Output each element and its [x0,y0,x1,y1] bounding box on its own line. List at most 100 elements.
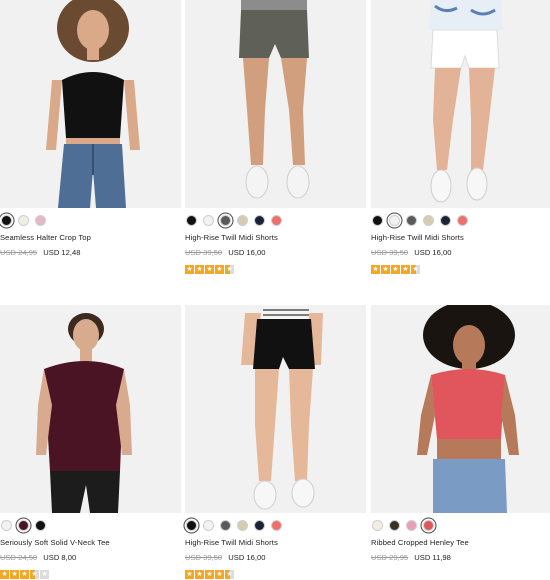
color-swatch[interactable] [254,215,265,226]
color-swatches [0,215,181,226]
model-photo [0,0,181,208]
star-icon: ★ [195,265,204,274]
product-title[interactable]: High-Rise Twill Midi Shorts [185,538,366,547]
color-swatch[interactable] [220,215,231,226]
color-swatch[interactable] [186,215,197,226]
star-icon: ★ [215,570,224,579]
old-price: USD 39,50 [371,248,409,257]
product-image[interactable] [371,0,550,208]
star-icon: ★ [381,265,390,274]
star-icon: ★ [195,570,204,579]
color-swatch[interactable] [1,215,12,226]
color-swatch[interactable] [406,215,417,226]
star-rating: ★ ★ ★ ★ ★ [371,265,550,274]
star-icon: ★ [40,570,49,579]
star-icon: ★ [411,265,420,274]
sale-price: USD 8,00 [43,553,77,562]
product-card[interactable]: High-Rise Twill Midi Shorts USD 39,50 US… [371,0,550,274]
color-swatch[interactable] [423,520,434,531]
color-swatches [0,520,181,531]
color-swatches [185,520,366,531]
product-title[interactable]: Seriously Soft Solid V-Neck Tee [0,538,181,547]
color-swatches [371,215,550,226]
price-row: USD 29,95 USD 11,98 [371,553,550,562]
star-icon: ★ [10,570,19,579]
star-icon: ★ [30,570,39,579]
color-swatch[interactable] [186,520,197,531]
product-title[interactable]: Ribbed Cropped Henley Tee [371,538,550,547]
color-swatch[interactable] [440,215,451,226]
old-price: USD 39,50 [185,553,223,562]
star-icon: ★ [0,570,9,579]
price-row: USD 39,50 USD 16,00 [371,248,550,257]
color-swatch[interactable] [254,520,265,531]
color-swatches [185,215,366,226]
product-title[interactable]: High-Rise Twill Midi Shorts [185,233,366,242]
star-icon: ★ [215,265,224,274]
old-price: USD 39,50 [185,248,223,257]
old-price: USD 24,50 [0,553,38,562]
star-icon: ★ [185,265,194,274]
color-swatch[interactable] [18,520,29,531]
model-photo [371,0,550,208]
model-photo [185,0,366,208]
sale-price: USD 12,48 [43,248,81,257]
old-price: USD 29,95 [371,553,409,562]
color-swatch[interactable] [237,215,248,226]
product-image[interactable] [0,305,181,513]
color-swatch[interactable] [271,520,282,531]
product-image[interactable] [0,0,181,208]
color-swatch[interactable] [457,215,468,226]
model-photo [0,305,181,513]
star-icon: ★ [205,570,214,579]
star-rating: ★ ★ ★ ★ ★ [0,570,181,579]
sale-price: USD 16,00 [414,248,452,257]
color-swatches [371,520,550,531]
product-card[interactable]: High-Rise Twill Midi Shorts USD 39,50 US… [185,0,366,274]
color-swatch[interactable] [35,215,46,226]
star-icon: ★ [225,265,234,274]
product-grid: Seamless Halter Crop Top USD 24,95 USD 1… [0,0,550,580]
color-swatch[interactable] [203,215,214,226]
product-card[interactable]: Ribbed Cropped Henley Tee USD 29,95 USD … [371,305,550,562]
star-rating: ★ ★ ★ ★ ★ [185,265,366,274]
color-swatch[interactable] [271,215,282,226]
star-icon: ★ [371,265,380,274]
color-swatch[interactable] [406,520,417,531]
star-icon: ★ [401,265,410,274]
price-row: USD 24,50 USD 8,00 [0,553,181,562]
price-row: USD 39,50 USD 16,00 [185,553,366,562]
old-price: USD 24,95 [0,248,38,257]
star-icon: ★ [185,570,194,579]
model-photo [185,305,366,513]
color-swatch[interactable] [389,215,400,226]
product-image[interactable] [185,305,366,513]
product-card[interactable]: High-Rise Twill Midi Shorts USD 39,50 US… [185,305,366,579]
product-image[interactable] [185,0,366,208]
product-image[interactable] [371,305,550,513]
color-swatch[interactable] [35,520,46,531]
sale-price: USD 16,00 [228,553,266,562]
product-card[interactable]: Seamless Halter Crop Top USD 24,95 USD 1… [0,0,181,257]
color-swatch[interactable] [423,215,434,226]
sale-price: USD 11,98 [414,553,451,562]
star-icon: ★ [225,570,234,579]
product-title[interactable]: Seamless Halter Crop Top [0,233,181,242]
color-swatch[interactable] [372,215,383,226]
price-row: USD 39,50 USD 16,00 [185,248,366,257]
star-icon: ★ [20,570,29,579]
color-swatch[interactable] [203,520,214,531]
color-swatch[interactable] [18,215,29,226]
color-swatch[interactable] [237,520,248,531]
color-swatch[interactable] [220,520,231,531]
star-rating: ★ ★ ★ ★ ★ [185,570,366,579]
color-swatch[interactable] [372,520,383,531]
color-swatch[interactable] [1,520,12,531]
star-icon: ★ [391,265,400,274]
product-card[interactable]: Seriously Soft Solid V-Neck Tee USD 24,5… [0,305,181,579]
sale-price: USD 16,00 [228,248,266,257]
model-photo [371,305,550,513]
product-title[interactable]: High-Rise Twill Midi Shorts [371,233,550,242]
color-swatch[interactable] [389,520,400,531]
star-icon: ★ [205,265,214,274]
